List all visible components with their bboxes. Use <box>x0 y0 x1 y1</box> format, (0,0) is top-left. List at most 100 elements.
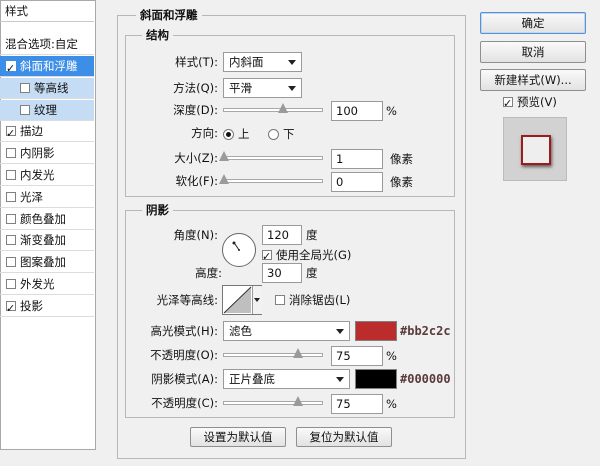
highlight-color-swatch[interactable] <box>355 321 397 341</box>
anti-alias-label: 消除锯齿(L) <box>289 293 351 307</box>
style-label: 样式(T): <box>175 55 218 69</box>
style-item[interactable]: 斜面和浮雕 <box>0 56 94 79</box>
soften-slider[interactable] <box>219 174 323 184</box>
soften-input[interactable]: 0 <box>331 172 383 192</box>
make-default-button[interactable]: 设置为默认值 <box>190 427 286 447</box>
angle-unit: 度 <box>306 228 318 242</box>
highlight-mode-label: 高光模式(H): <box>150 324 219 338</box>
style-item-label: 投影 <box>20 298 43 313</box>
technique-label: 方法(Q): <box>173 81 218 95</box>
checkbox-checked-icon[interactable] <box>6 58 16 79</box>
shadow-opacity-slider[interactable] <box>223 396 323 406</box>
preview-swatch-square <box>521 135 551 165</box>
checkbox-icon[interactable] <box>6 170 16 180</box>
style-item[interactable]: 投影 <box>0 296 94 319</box>
style-item[interactable]: 纹理 <box>0 99 94 121</box>
highlight-opacity-input[interactable]: 75 <box>331 346 383 366</box>
checkbox-icon[interactable] <box>6 257 16 268</box>
shadow-mode-value: 正片叠底 <box>229 372 275 386</box>
global-light-checkbox[interactable]: 使用全局光(G) <box>262 245 351 267</box>
checkbox-checked-icon[interactable] <box>6 123 16 144</box>
preview-label: 预览(V) <box>517 95 557 109</box>
highlight-mode-dropdown[interactable]: 滤色 <box>223 321 350 341</box>
highlight-opacity-label: 不透明度(O): <box>150 348 218 362</box>
checkbox-icon[interactable] <box>6 213 16 224</box>
highlight-opacity-slider[interactable] <box>223 348 323 358</box>
chevron-down-icon <box>336 377 344 382</box>
style-item[interactable]: 内阴影 <box>0 143 94 165</box>
checkbox-icon[interactable] <box>6 191 16 202</box>
style-item-label: 等高线 <box>34 80 69 95</box>
shadow-opacity-input[interactable]: 75 <box>331 394 383 414</box>
shadow-opacity-unit: % <box>386 397 397 411</box>
checkbox-icon[interactable] <box>6 148 16 159</box>
shadow-color-hex: #000000 <box>400 372 451 386</box>
highlight-opacity-slider-thumb[interactable] <box>292 348 303 358</box>
checkbox-icon[interactable] <box>20 82 30 93</box>
style-item[interactable]: 渐变叠加 <box>0 230 94 252</box>
direction-label: 方向: <box>191 126 218 140</box>
depth-input[interactable]: 100 <box>331 101 383 121</box>
cancel-button[interactable]: 取消 <box>480 41 586 63</box>
chevron-down-icon <box>336 329 344 334</box>
soften-slider-thumb[interactable] <box>219 174 229 184</box>
new-style-button[interactable]: 新建样式(W)... <box>480 69 586 91</box>
highlight-mode-value: 滤色 <box>229 324 252 338</box>
angle-dial[interactable] <box>222 233 256 267</box>
direction-down-label: 下 <box>283 127 295 141</box>
technique-dropdown[interactable]: 平滑 <box>223 78 302 98</box>
style-dropdown[interactable]: 内斜面 <box>223 52 302 72</box>
linear-contour-icon <box>223 286 252 314</box>
shadow-mode-dropdown[interactable]: 正片叠底 <box>223 369 350 389</box>
style-item[interactable]: 内发光 <box>0 165 94 186</box>
style-item-label: 光泽 <box>20 189 43 204</box>
shadow-color-swatch[interactable] <box>355 369 397 389</box>
style-item[interactable]: 外发光 <box>0 274 94 295</box>
chevron-down-icon <box>288 60 296 65</box>
angle-dial-marks <box>232 241 240 251</box>
checkbox-icon <box>275 295 285 305</box>
depth-slider[interactable] <box>223 103 323 113</box>
style-item-label: 内阴影 <box>20 146 55 161</box>
shadow-mode-label: 阴影模式(A): <box>151 372 218 386</box>
style-item[interactable]: 光泽 <box>0 187 94 208</box>
shadow-opacity-slider-thumb[interactable] <box>292 396 303 406</box>
preview-checkbox[interactable]: 预览(V) <box>503 92 557 114</box>
direction-up-radio[interactable]: 上 <box>223 124 250 144</box>
depth-label: 深度(D): <box>173 103 218 117</box>
checkbox-icon[interactable] <box>6 235 16 246</box>
size-input[interactable]: 1 <box>331 149 383 169</box>
style-item[interactable]: 等高线 <box>0 77 94 99</box>
altitude-input[interactable]: 30 <box>262 263 302 283</box>
gloss-contour-label: 光泽等高线: <box>156 293 218 307</box>
style-item[interactable]: 图案叠加 <box>0 252 94 274</box>
style-dropdown-value: 内斜面 <box>229 55 264 69</box>
altitude-unit: 度 <box>306 266 318 280</box>
checkbox-checked-icon <box>503 94 513 114</box>
style-item-label: 内发光 <box>20 168 55 182</box>
checkbox-icon[interactable] <box>20 104 30 115</box>
styles-header[interactable]: 样式 <box>0 0 94 22</box>
gloss-contour-picker[interactable] <box>222 285 262 315</box>
ok-button[interactable]: 确定 <box>480 12 586 34</box>
style-item-label: 外发光 <box>20 277 55 291</box>
style-item[interactable]: 颜色叠加 <box>0 209 94 230</box>
size-slider-thumb[interactable] <box>219 151 229 161</box>
style-item-label: 斜面和浮雕 <box>20 59 78 73</box>
checkbox-icon[interactable] <box>6 279 16 289</box>
checkbox-checked-icon[interactable] <box>6 298 16 319</box>
radio-selected-icon <box>223 129 234 140</box>
highlight-opacity-unit: % <box>386 349 397 363</box>
anti-alias-checkbox[interactable]: 消除锯齿(L) <box>275 290 350 310</box>
angle-input[interactable]: 120 <box>262 225 302 245</box>
style-item-label: 颜色叠加 <box>20 211 66 226</box>
depth-slider-thumb[interactable] <box>277 103 288 113</box>
soften-unit: 像素 <box>390 175 413 189</box>
blending-options-item[interactable]: 混合选项:自定 <box>0 34 94 55</box>
direction-down-radio[interactable]: 下 <box>268 124 295 144</box>
shadow-opacity-label: 不透明度(C): <box>151 396 218 410</box>
reset-default-button[interactable]: 复位为默认值 <box>296 427 392 447</box>
angle-label: 角度(N): <box>173 228 218 242</box>
size-slider[interactable] <box>219 151 323 161</box>
style-item[interactable]: 描边 <box>0 121 94 144</box>
